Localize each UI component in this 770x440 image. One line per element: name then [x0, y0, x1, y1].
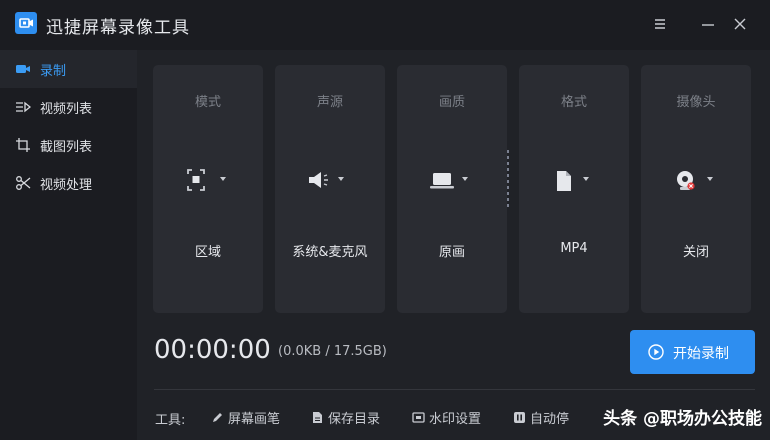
card-value: 区域	[194, 245, 221, 260]
app-logo-icon	[15, 12, 37, 34]
sound-source-card[interactable]: 声源 系统&麦克风	[275, 65, 385, 313]
app-title: 迅捷屏幕录像工具	[46, 18, 190, 38]
sidebar-item-record[interactable]: 录制	[0, 50, 137, 88]
divider	[154, 389, 755, 390]
card-value: 原画	[438, 245, 465, 260]
watermark-icon	[412, 409, 425, 423]
sidebar-item-label: 截图列表	[40, 140, 93, 155]
quality-card[interactable]: 画质 原画	[397, 65, 507, 313]
watermark-overlay: 头条 @职场办公技能	[582, 395, 770, 440]
pause-icon	[513, 409, 526, 423]
card-title: 声源	[316, 95, 343, 110]
sidebar-item-video-process[interactable]: 视频处理	[0, 164, 137, 202]
watermark-settings-button[interactable]: 水印设置	[412, 407, 492, 427]
screenshot-list-icon	[15, 137, 31, 153]
screen-pen-button[interactable]: 屏幕画笔	[211, 407, 291, 427]
format-card[interactable]: 格式 MP4	[519, 65, 629, 313]
camera-card[interactable]: 摄像头 关闭	[641, 65, 751, 313]
start-recording-label: 开始录制	[673, 346, 729, 362]
card-value: 系统&麦克风	[292, 245, 368, 260]
folder-file-icon	[311, 409, 324, 423]
main-panel: 模式 区域 声源 系统&麦克风 画质 原画 格式 MP4 摄像头 关闭 00:0…	[137, 50, 770, 440]
mode-card[interactable]: 模式 区域	[153, 65, 263, 313]
card-value: 关闭	[682, 245, 709, 260]
tool-label: 自动停	[530, 412, 570, 427]
laptop-icon	[430, 168, 474, 194]
record-icon	[15, 61, 31, 77]
card-title: 画质	[438, 95, 465, 110]
region-icon	[186, 168, 230, 194]
file-size-info: (0.0KB / 17.5GB)	[278, 344, 387, 359]
save-directory-button[interactable]: 保存目录	[311, 407, 391, 427]
start-recording-button[interactable]: 开始录制	[630, 330, 755, 374]
menu-icon[interactable]	[651, 15, 669, 33]
play-circle-icon	[648, 344, 664, 360]
sidebar-item-video-list[interactable]: 视频列表	[0, 88, 137, 126]
card-title: 模式	[194, 95, 221, 110]
title-bar: 迅捷屏幕录像工具	[0, 0, 770, 50]
sidebar: 录制 视频列表 截图列表 视频处理	[0, 50, 137, 440]
tools-label: 工具:	[155, 413, 186, 428]
recording-timer: 00:00:00	[154, 335, 271, 365]
card-title: 摄像头	[676, 95, 716, 110]
watermark-text: 头条 @职场办公技能	[603, 409, 762, 429]
file-icon	[552, 168, 596, 194]
webcam-off-icon	[674, 168, 718, 194]
card-title: 格式	[560, 95, 587, 110]
pen-icon	[211, 409, 224, 422]
tool-label: 屏幕画笔	[228, 412, 281, 427]
video-list-icon	[15, 99, 32, 115]
sidebar-item-label: 视频列表	[40, 102, 93, 117]
sidebar-item-label: 录制	[40, 64, 67, 79]
tool-label: 水印设置	[429, 412, 482, 427]
sidebar-item-screenshot-list[interactable]: 截图列表	[0, 126, 137, 164]
sidebar-item-label: 视频处理	[40, 178, 93, 193]
auto-stop-button[interactable]: 自动停	[513, 407, 583, 427]
close-icon[interactable]	[731, 15, 749, 33]
video-process-icon	[15, 175, 31, 191]
minimize-icon[interactable]	[699, 15, 717, 33]
speaker-icon	[308, 168, 352, 194]
card-value: MP4	[560, 241, 588, 256]
tool-label: 保存目录	[328, 412, 381, 427]
